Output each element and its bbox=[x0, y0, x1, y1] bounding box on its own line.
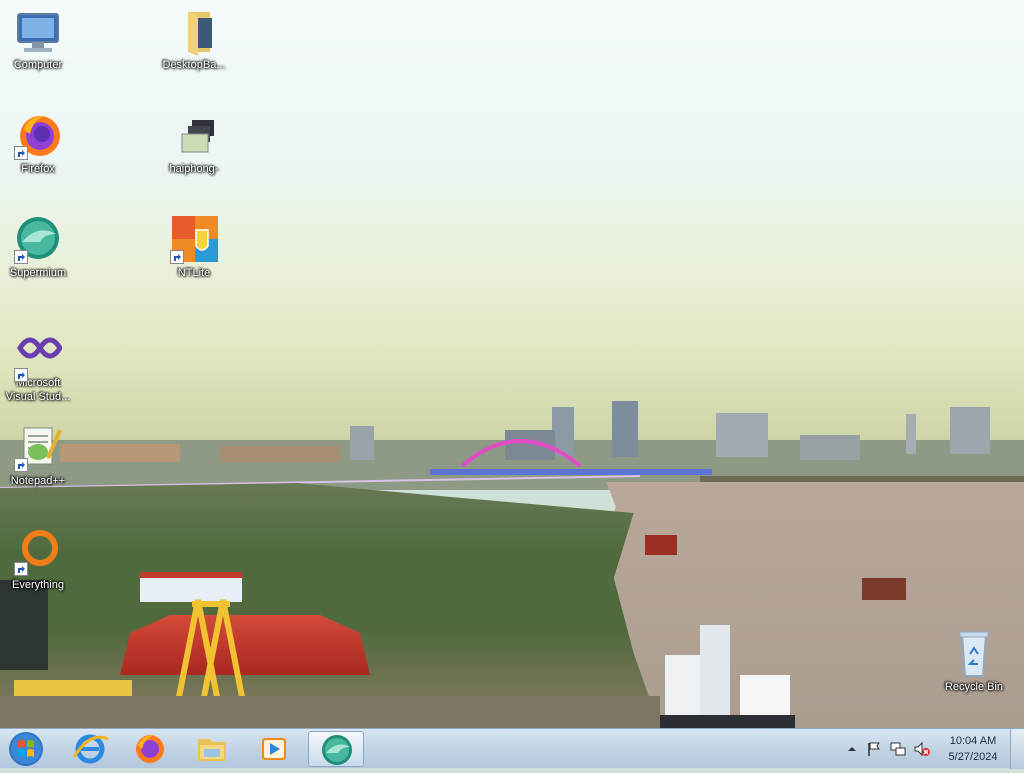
supermium-icon bbox=[14, 216, 62, 264]
clock-date: 5/27/2024 bbox=[948, 751, 998, 763]
wallpaper-sky bbox=[0, 0, 1024, 440]
shortcut-arrow-icon bbox=[170, 250, 184, 264]
desktop-icon-desktopba[interactable]: DesktopBa... bbox=[156, 8, 232, 72]
taskbar-internet-explorer[interactable] bbox=[62, 731, 118, 767]
wallpaper-barge bbox=[862, 578, 906, 600]
supermium-icon bbox=[309, 735, 365, 772]
everything-icon bbox=[14, 528, 62, 576]
firefox-icon bbox=[122, 735, 178, 771]
wallpaper-skyline bbox=[0, 401, 1024, 490]
wallpaper-white-ships bbox=[660, 625, 795, 728]
visual-studio-icon bbox=[14, 328, 63, 382]
folder-icon bbox=[170, 8, 218, 56]
start-button[interactable] bbox=[6, 731, 46, 767]
wallpaper-crane bbox=[175, 599, 246, 702]
wallpaper-dark-building bbox=[0, 580, 48, 670]
desktop-icon-label: Recycle Bin bbox=[944, 681, 1004, 693]
desktop-icon-firefox[interactable]: Firefox bbox=[0, 112, 76, 176]
clock-time: 10:04 AM bbox=[949, 735, 997, 747]
show-desktop-button[interactable] bbox=[1010, 729, 1024, 769]
internet-explorer-icon bbox=[62, 734, 118, 771]
volume-muted-icon[interactable] bbox=[914, 741, 930, 757]
desktop-icon-label: haiphong- bbox=[169, 163, 219, 175]
desktop-icon-recycle-bin[interactable]: Recycle Bin bbox=[936, 630, 1012, 694]
firefox-icon bbox=[14, 112, 62, 160]
taskbar: 10:04 AM 5/27/2024 bbox=[0, 728, 1024, 769]
action-center-flag-icon[interactable] bbox=[866, 741, 882, 757]
desktop-icon-label: Computer bbox=[13, 59, 63, 71]
desktop-icon-label: DesktopBa... bbox=[162, 59, 226, 71]
shortcut-arrow-icon bbox=[14, 458, 28, 472]
shortcut-arrow-icon bbox=[14, 146, 28, 160]
media-player-icon bbox=[246, 738, 302, 771]
desktop-icon-notepadpp[interactable]: Notepad++ bbox=[0, 424, 76, 488]
desktop-icon-label: Microsoft Visual Stud... bbox=[5, 377, 71, 403]
shortcut-arrow-icon bbox=[14, 250, 28, 264]
desktop-wallpaper bbox=[0, 0, 1024, 728]
network-icon[interactable] bbox=[890, 741, 906, 757]
desktop-icon-label: Everything bbox=[12, 579, 64, 591]
wallpaper-dock bbox=[0, 696, 660, 728]
desktop-icon-supermium[interactable]: Supermium bbox=[0, 216, 76, 280]
notepadpp-icon bbox=[14, 424, 62, 472]
show-hidden-icons-icon[interactable] bbox=[844, 741, 860, 757]
taskbar-supermium[interactable] bbox=[308, 731, 364, 767]
desktop-icon-computer[interactable]: Computer bbox=[0, 8, 76, 72]
desktop-icon-label: Supermium bbox=[9, 267, 67, 279]
desktop-icon-visual-studio[interactable]: Microsoft Visual Stud... bbox=[0, 328, 76, 404]
desktop-icon-haiphong[interactable]: haiphong- bbox=[156, 112, 232, 176]
computer-icon bbox=[14, 8, 62, 56]
desktop-icon-label: Firefox bbox=[21, 163, 55, 175]
ntlite-icon bbox=[170, 216, 218, 264]
taskbar-firefox[interactable] bbox=[122, 731, 178, 767]
taskbar-media-player[interactable] bbox=[246, 731, 302, 767]
desktop-icon-everything[interactable]: Everything bbox=[0, 528, 76, 592]
desktop-icon-label: Notepad++ bbox=[10, 475, 66, 487]
taskbar-explorer[interactable] bbox=[184, 731, 240, 767]
shortcut-arrow-icon bbox=[14, 368, 28, 382]
desktop-icon-label: NTLite bbox=[177, 267, 211, 279]
system-clock[interactable]: 10:04 AM 5/27/2024 bbox=[936, 733, 1010, 765]
shortcut-arrow-icon bbox=[14, 562, 28, 576]
desktop-icon-ntlite[interactable]: NTLite bbox=[156, 216, 232, 280]
recycle-bin-icon bbox=[950, 630, 998, 678]
wallpaper-boat bbox=[645, 535, 677, 555]
image-stack-icon bbox=[170, 112, 218, 160]
explorer-icon bbox=[184, 739, 240, 771]
